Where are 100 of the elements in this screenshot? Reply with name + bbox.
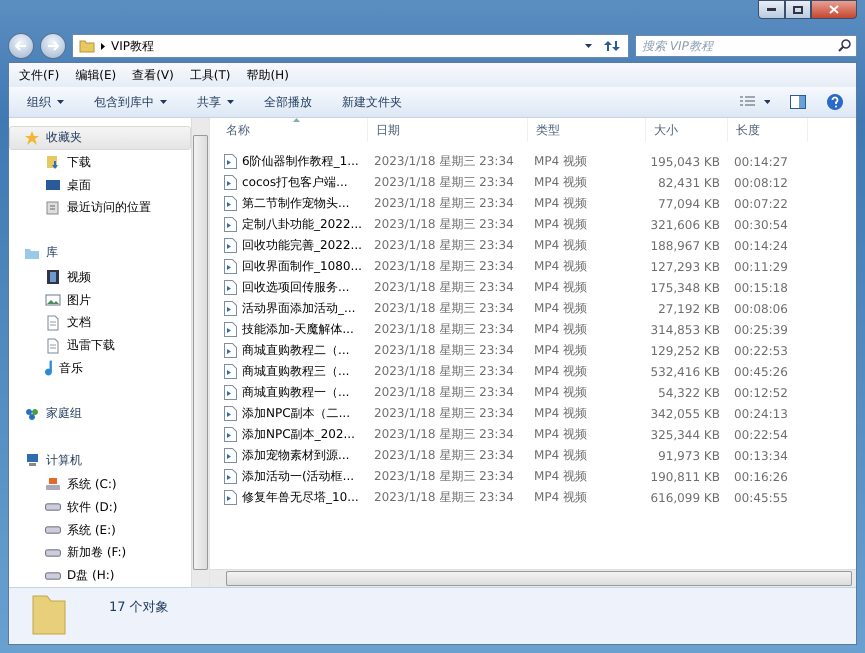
column-header[interactable]: 大小 <box>646 118 728 142</box>
date-cell-text: 2023/1/18 星期三 23:34 <box>373 447 515 464</box>
toolbar-button[interactable]: 全部播放 <box>254 89 322 115</box>
help-icon[interactable] <box>826 93 844 111</box>
toolbar-button[interactable]: 共享 <box>187 89 244 115</box>
sidebar-item[interactable]: 新加卷 (F:) <box>9 541 191 564</box>
file-name[interactable]: 6阶仙器制作教程_1... <box>218 153 368 170</box>
sidebar-item[interactable]: 文档 <box>9 311 191 334</box>
drive-icon <box>45 548 61 557</box>
drive-icon <box>45 572 61 580</box>
file-name[interactable]: 添加NPC副本_202... <box>218 426 368 443</box>
length-cell-text: 00:08:06 <box>733 302 789 316</box>
file-name[interactable]: 添加NPC副本（二... <box>218 405 368 422</box>
length-cell-text: 00:22:54 <box>733 428 789 442</box>
document-icon <box>45 314 61 331</box>
sidebar-item[interactable]: 下载 <box>9 150 191 174</box>
file-name[interactable]: 回收选项回传服务... <box>218 279 368 296</box>
toolbar-button[interactable]: 包含到库中 <box>84 89 177 115</box>
date-cell-text: 2023/1/18 星期三 23:34 <box>373 216 515 233</box>
size-cell-text: 532,416 KB <box>649 364 721 378</box>
sidebar-item[interactable]: 最近访问的位置 <box>9 196 191 220</box>
toolbar-button[interactable]: 组织 <box>17 89 74 115</box>
sidebar-scrollbar[interactable] <box>191 118 209 587</box>
computer-icon <box>24 452 40 468</box>
close-button[interactable] <box>811 0 857 19</box>
type-cell-text: MP4 视频 <box>533 153 588 170</box>
item-count: 17 个对象 <box>109 599 169 616</box>
file-name[interactable]: 定制八卦功能_2022... <box>218 216 368 233</box>
column-header[interactable]: 类型 <box>528 118 646 142</box>
column-header[interactable]: 长度 <box>728 118 808 142</box>
minimize-button[interactable] <box>758 0 785 19</box>
column-header[interactable]: 名称 <box>218 118 368 142</box>
sidebar-item[interactable]: 系统 (E:) <box>9 518 191 542</box>
sidebar-item[interactable]: 系统 (C:) <box>9 473 191 496</box>
menu-item[interactable]: 文件(F) <box>11 66 68 84</box>
folder-icon <box>79 38 95 54</box>
file-name[interactable]: cocos打包客户端... <box>218 174 368 191</box>
horizontal-scrollbar[interactable] <box>210 569 856 587</box>
sidebar-header[interactable]: 库 <box>9 241 191 265</box>
maximize-button[interactable] <box>785 0 811 19</box>
size-cell-text: 188,967 KB <box>649 238 721 252</box>
sidebar-header[interactable]: 收藏夹 <box>9 126 191 150</box>
menu-item[interactable]: 工具(T) <box>182 66 238 84</box>
sidebar-item[interactable]: 软件 (D:) <box>9 496 191 519</box>
video-file-icon <box>224 406 237 421</box>
sidebar-item[interactable]: 图片 <box>9 288 191 312</box>
video-file-icon <box>224 280 237 295</box>
size-cell-text: 129,252 KB <box>649 344 721 358</box>
type-cell-text: MP4 视频 <box>533 237 588 254</box>
download-folder-icon <box>45 154 61 170</box>
music-note-icon <box>45 360 53 376</box>
search-field[interactable]: 搜索 VIP教程 <box>635 35 857 57</box>
preview-pane-icon[interactable] <box>790 95 806 109</box>
type-cell-text: MP4 视频 <box>533 489 588 506</box>
size-cell-text: 314,853 KB <box>649 322 721 336</box>
picture-icon <box>45 292 61 308</box>
toolbar-button[interactable]: 新建文件夹 <box>332 89 412 115</box>
file-name[interactable]: 商城直购教程三（... <box>218 363 368 380</box>
file-name[interactable]: 技能添加-天魔解体... <box>218 321 368 338</box>
date-cell-text: 2023/1/18 星期三 23:34 <box>373 321 515 338</box>
file-name[interactable]: 回收界面制作_1080... <box>218 258 368 275</box>
view-options-icon[interactable] <box>740 96 770 108</box>
menu-item[interactable]: 帮助(H) <box>238 66 297 84</box>
address-bar[interactable]: VIP教程 <box>72 34 629 58</box>
video-file-icon <box>224 448 237 463</box>
drive-icon <box>45 526 61 534</box>
file-name[interactable]: 商城直购教程一（... <box>218 384 368 401</box>
sidebar-item[interactable]: 视频 <box>9 266 191 289</box>
file-name[interactable]: 商城直购教程二（... <box>218 342 368 359</box>
column-header[interactable]: 日期 <box>368 118 528 142</box>
file-name[interactable]: 添加宠物素材到源... <box>218 447 368 464</box>
file-name[interactable]: 添加活动一(活动框... <box>218 468 368 485</box>
file-name[interactable]: 回收功能完善_2022... <box>218 237 368 254</box>
menu-item[interactable]: 编辑(E) <box>67 66 124 84</box>
system-drive-icon <box>45 476 61 492</box>
sidebar-item[interactable]: 音乐 <box>9 357 191 380</box>
file-name[interactable]: 修复年兽无尽塔_10... <box>218 489 368 506</box>
video-file-icon <box>224 490 237 505</box>
date-cell-text: 2023/1/18 星期三 23:34 <box>373 489 515 506</box>
sidebar-item[interactable]: 桌面 <box>9 174 191 196</box>
sidebar-header[interactable]: 计算机 <box>9 448 191 472</box>
caret-icon <box>160 100 167 104</box>
length-cell-text: 00:07:22 <box>733 196 789 210</box>
sidebar-item[interactable]: 迅雷下载 <box>9 334 191 358</box>
document-icon <box>45 338 61 354</box>
back-button[interactable] <box>8 33 34 59</box>
maximize-icon <box>793 6 803 14</box>
size-cell-text: 82,431 KB <box>657 176 721 190</box>
file-name[interactable]: 活动界面添加活动_... <box>218 300 368 317</box>
file-name[interactable]: 第二节制作宠物头... <box>218 195 368 212</box>
type-cell-text: MP4 视频 <box>533 363 588 380</box>
size-cell-text: 616,099 KB <box>649 490 721 504</box>
menu-item[interactable]: 查看(V) <box>124 66 182 84</box>
address-path: VIP教程 <box>111 38 155 54</box>
sidebar-item[interactable]: D盘 (H:) <box>9 564 191 588</box>
sidebar-header[interactable]: 家庭组 <box>9 402 191 426</box>
date-cell-text: 2023/1/18 星期三 23:34 <box>373 174 515 191</box>
forward-button[interactable] <box>40 33 66 59</box>
video-file-icon <box>224 217 237 232</box>
date-cell-text: 2023/1/18 星期三 23:34 <box>373 426 515 443</box>
